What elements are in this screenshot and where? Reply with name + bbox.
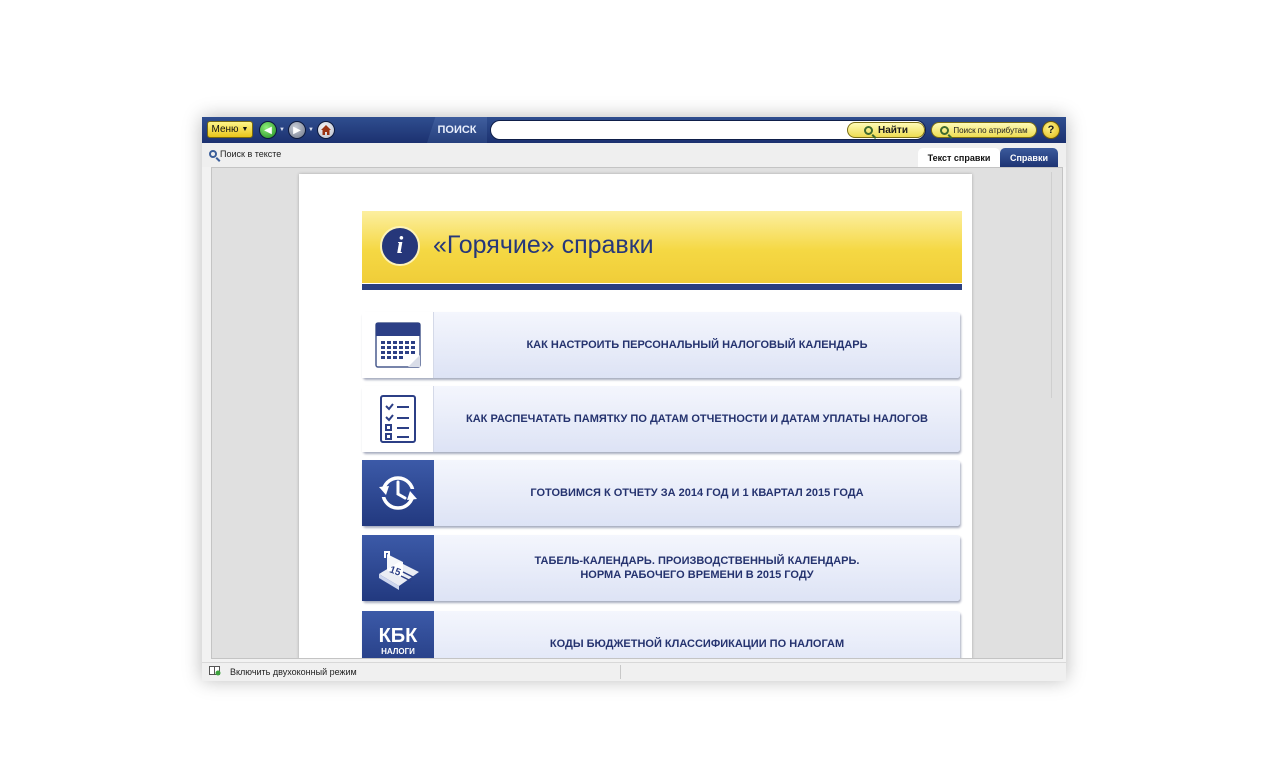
find-button-label: Найти	[878, 124, 908, 136]
search-tab[interactable]: ПОИСК	[427, 117, 487, 143]
refresh-clock-icon	[362, 460, 434, 526]
item-label: КОДЫ БЮДЖЕТНОЙ КЛАССИФИКАЦИИ ПО НАЛОГАМ	[549, 638, 845, 650]
forward-button[interactable]: ▶	[288, 121, 306, 139]
item-label-line2: НОРМА РАБОЧЕГО ВРЕМЕНИ В 2015 ГОДУ	[580, 569, 814, 581]
search-in-text-button[interactable]: Поиск в тексте	[209, 149, 281, 159]
back-button[interactable]: ◀	[259, 121, 277, 139]
document-page: i «Горячие» справки КАК НАСТРОИТЬ ПЕРСОН…	[299, 174, 972, 658]
dual-window-toggle[interactable]: Включить двухоконный режим	[230, 667, 357, 677]
banner-divider	[362, 284, 962, 290]
hot-reference-item-work-calendar[interactable]: 15 ТАБЕЛЬ-КАЛЕНДАРЬ. ПРОИЗВОДСТВЕННЫЙ КА…	[362, 535, 960, 601]
hot-reference-item-kbk[interactable]: КБК НАЛОГИ КОДЫ БЮДЖЕТНОЙ КЛАССИФИКАЦИИ …	[362, 611, 960, 658]
question-icon: ?	[1047, 124, 1055, 136]
item-label: КАК НАСТРОИТЬ ПЕРСОНАЛЬНЫЙ НАЛОГОВЫЙ КАЛ…	[526, 339, 868, 351]
arrow-right-icon: ▶	[293, 124, 301, 136]
kbk-icon-text: КБК	[378, 625, 418, 647]
kbk-icon: КБК НАЛОГИ	[362, 611, 434, 658]
menu-button-label: Меню	[211, 124, 239, 135]
tab-help-text[interactable]: Текст справки	[918, 148, 1000, 167]
help-button[interactable]: ?	[1042, 121, 1060, 139]
desk-calendar-icon: 15	[362, 535, 434, 601]
search-in-text-label: Поиск в тексте	[220, 149, 282, 159]
tab-references[interactable]: Справки	[1000, 148, 1058, 167]
forward-history-chevron-icon[interactable]: ▼	[308, 127, 314, 133]
status-divider	[620, 665, 621, 679]
home-icon	[321, 125, 331, 135]
hot-references-banner: i «Горячие» справки	[362, 211, 962, 292]
info-icon: i	[380, 226, 420, 266]
attribute-search-label: Поиск по атрибутам	[953, 125, 1028, 135]
document-viewport: i «Горячие» справки КАК НАСТРОИТЬ ПЕРСОН…	[211, 167, 1063, 659]
sub-toolbar: Поиск в тексте Текст справки Справки	[202, 143, 1066, 167]
top-toolbar: Меню ▼ ◀ ▼ ▶ ▼ ПОИСК Найти Поиск по атри…	[202, 117, 1066, 143]
hot-reference-item-tax-calendar[interactable]: КАК НАСТРОИТЬ ПЕРСОНАЛЬНЫЙ НАЛОГОВЫЙ КАЛ…	[362, 312, 960, 378]
home-button[interactable]	[317, 121, 335, 139]
status-bar: Включить двухоконный режим	[202, 662, 1066, 681]
hot-reference-item-reminder[interactable]: КАК РАСПЕЧАТАТЬ ПАМЯТКУ ПО ДАТАМ ОТЧЕТНО…	[362, 386, 960, 452]
checklist-icon	[362, 386, 434, 452]
search-icon	[864, 125, 873, 135]
chevron-down-icon: ▼	[241, 126, 249, 133]
item-label: ГОТОВИМСЯ К ОТЧЕТУ ЗА 2014 ГОД И 1 КВАРТ…	[530, 487, 864, 499]
item-label: ТАБЕЛЬ-КАЛЕНДАРЬ. ПРОИЗВОДСТВЕННЫЙ КАЛЕН…	[434, 535, 960, 601]
banner-title: «Горячие» справки	[433, 231, 654, 259]
hot-reference-item-report-prep[interactable]: ГОТОВИМСЯ К ОТЧЕТУ ЗА 2014 ГОД И 1 КВАРТ…	[362, 460, 960, 526]
app-window: Меню ▼ ◀ ▼ ▶ ▼ ПОИСК Найти Поиск по атри…	[202, 117, 1066, 681]
attribute-search-button[interactable]: Поиск по атрибутам	[931, 122, 1037, 138]
vertical-scrollbar[interactable]	[1051, 172, 1058, 398]
dual-window-icon[interactable]	[209, 666, 221, 676]
item-label: КАК РАСПЕЧАТАТЬ ПАМЯТКУ ПО ДАТАМ ОТЧЕТНО…	[466, 413, 928, 425]
menu-button[interactable]: Меню ▼	[207, 121, 253, 138]
item-label-line1: ТАБЕЛЬ-КАЛЕНДАРЬ. ПРОИЗВОДСТВЕННЫЙ КАЛЕН…	[534, 555, 860, 567]
calendar-icon	[362, 312, 434, 378]
kbk-icon-subtext: НАЛОГИ	[381, 647, 415, 656]
search-icon	[940, 125, 950, 135]
arrow-left-icon: ◀	[264, 124, 272, 136]
search-icon	[209, 150, 217, 158]
find-button[interactable]: Найти	[847, 122, 925, 138]
back-history-chevron-icon[interactable]: ▼	[279, 127, 285, 133]
